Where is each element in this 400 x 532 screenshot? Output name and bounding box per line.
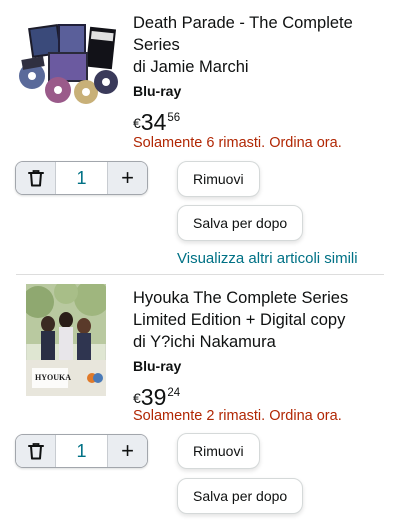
price-fraction: 24 — [167, 387, 181, 399]
price-whole: 39 — [140, 384, 167, 410]
plus-icon: + — [121, 165, 134, 190]
quantity-stepper: 1 + — [15, 161, 148, 195]
delete-button[interactable] — [16, 435, 56, 467]
increase-quantity-button[interactable]: + — [107, 435, 147, 467]
see-similar-items-link[interactable]: Visualizza altri articoli simili — [177, 250, 358, 267]
price-whole: 34 — [140, 109, 167, 135]
save-for-later-button[interactable]: Salva per dopo — [177, 478, 304, 514]
price-fraction: 56 — [167, 112, 181, 124]
increase-quantity-button[interactable]: + — [107, 162, 147, 194]
product-image[interactable]: HYOUKA — [22, 280, 110, 397]
price-currency: € — [133, 390, 141, 406]
trash-icon — [27, 170, 44, 187]
stock-status: Solamente 6 rimasti. Ordina ora. — [133, 135, 342, 151]
product-title[interactable]: Hyouka The Complete Series Limited Editi… — [133, 287, 390, 331]
plus-icon: + — [121, 438, 134, 463]
price-currency: € — [133, 115, 141, 131]
quantity-value: 1 — [76, 440, 87, 461]
death-parade-boxset-image — [18, 18, 120, 106]
stock-status: Solamente 2 rimasti. Ordina ora. — [133, 408, 342, 424]
product-price: € 39 24 — [133, 386, 390, 409]
product-author: di Y?ichi Nakamura — [133, 333, 276, 351]
quantity-value: 1 — [76, 167, 87, 188]
save-for-later-button[interactable]: Salva per dopo — [177, 205, 304, 241]
delete-button[interactable] — [16, 162, 56, 194]
cart-item: Death Parade - The Complete Series di Ja… — [0, 0, 400, 276]
product-title[interactable]: Death Parade - The Complete Series — [133, 12, 390, 56]
product-format: Blu-ray — [133, 83, 182, 99]
product-author: di Jamie Marchi — [133, 58, 249, 76]
cover-title: HYOUKA — [35, 373, 71, 382]
cart-item: HYOUKA Hyouka The Complete Series Limite… — [0, 276, 400, 532]
product-info: Death Parade - The Complete Series di Ja… — [133, 12, 390, 134]
product-image[interactable] — [18, 18, 120, 106]
remove-button[interactable]: Rimuovi — [177, 433, 260, 469]
product-info: Hyouka The Complete Series Limited Editi… — [133, 287, 390, 409]
trash-icon — [27, 443, 44, 460]
product-format: Blu-ray — [133, 358, 182, 374]
item-divider — [16, 274, 384, 275]
remove-button[interactable]: Rimuovi — [177, 161, 260, 197]
quantity-stepper: 1 + — [15, 434, 148, 468]
product-price: € 34 56 — [133, 111, 390, 134]
hyouka-cover-image: HYOUKA — [22, 280, 110, 397]
